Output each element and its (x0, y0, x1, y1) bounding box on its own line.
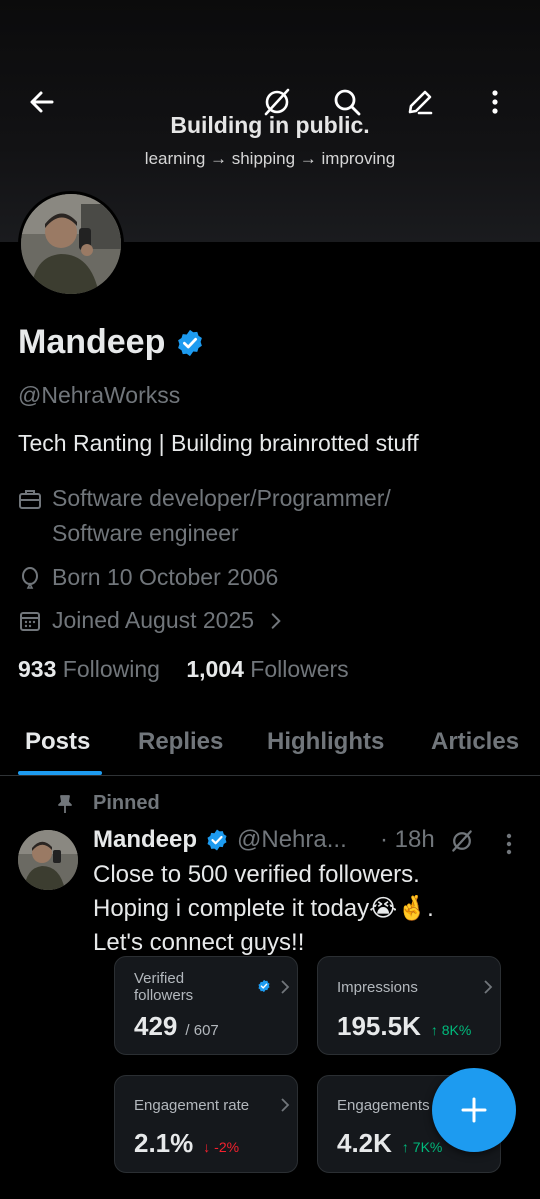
back-button[interactable] (15, 75, 69, 129)
impressions-card[interactable]: Impressions 195.5K ↑ 8K% (317, 956, 501, 1055)
tab-posts[interactable]: Posts (25, 728, 90, 756)
birthday-text: Born 10 October 2006 (52, 564, 279, 590)
pin-icon (58, 794, 72, 813)
back-arrow-icon (30, 91, 54, 113)
followers-label: Followers (250, 656, 349, 682)
post-timestamp[interactable]: · 18h (380, 826, 435, 854)
verified-followers-total: / 607 (185, 1022, 219, 1039)
post-line-2: Hoping i complete it today😭🤞. (93, 895, 434, 922)
grok-button[interactable] (250, 75, 304, 129)
profile-name-text: Mandeep (18, 323, 166, 361)
following-count: 933 (18, 656, 57, 682)
tab-replies[interactable]: Replies (138, 728, 223, 756)
chevron-right-icon (271, 613, 281, 629)
calendar-icon (20, 612, 40, 631)
post-body: Close to 500 verified followers. Hoping … (93, 858, 523, 960)
followers-link[interactable]: 1,004 Followers (186, 656, 348, 682)
profession-row: Software developer/Programmer/ Software … (18, 481, 391, 551)
profession-line-1: Software developer/Programmer/ (52, 485, 391, 511)
search-icon (334, 89, 361, 116)
tab-articles[interactable]: Articles (431, 728, 519, 756)
engagement-rate-card[interactable]: Engagement rate 2.1% ↓ -2% (114, 1075, 298, 1173)
engagements-value-row: 4.2K ↑ 7K% (337, 1128, 442, 1159)
verified-followers-value: 429 (134, 1011, 178, 1041)
post-line-1: Close to 500 verified followers. (93, 861, 420, 888)
tab-highlights[interactable]: Highlights (267, 728, 384, 756)
profile-handle: @NehraWorkss (18, 382, 181, 408)
engagements-value: 4.2K (337, 1128, 392, 1158)
engagement-rate-change: ↓ -2% (203, 1139, 240, 1155)
more-options-button[interactable] (468, 75, 522, 129)
pinned-label: Pinned (55, 792, 160, 815)
profile-name: Mandeep (18, 323, 205, 362)
verified-followers-label: Verified followers (134, 970, 194, 1004)
edit-profile-button[interactable] (393, 75, 447, 129)
impressions-change: ↑ 8K% (430, 1022, 472, 1038)
post-author-handle[interactable]: @Nehra... (237, 826, 347, 854)
grok-icon (264, 88, 290, 116)
engagement-rate-label: Engagement rate (134, 1097, 250, 1114)
post-more-icon[interactable] (498, 830, 520, 858)
joined-text: Joined August 2025 (52, 607, 255, 633)
engagement-rate-value-row: 2.1% ↓ -2% (134, 1128, 239, 1159)
post-avatar[interactable] (18, 830, 78, 890)
profile-bio: Tech Ranting | Building brainrotted stuf… (18, 430, 419, 456)
post-header: Mandeep @Nehra... (93, 826, 347, 854)
plus-icon (461, 1097, 487, 1123)
impressions-value-row: 195.5K ↑ 8K% (337, 1011, 471, 1042)
edit-icon (408, 90, 433, 115)
birthday-row: Born 10 October 2006 (18, 560, 278, 595)
verified-badge-icon[interactable] (175, 328, 205, 358)
briefcase-icon (19, 490, 41, 509)
follow-stats: 933 Following 1,004 Followers (18, 656, 349, 683)
chevron-right-icon (484, 980, 493, 994)
more-vertical-icon (492, 90, 498, 114)
chevron-right-icon (281, 980, 290, 994)
verified-followers-value-row: 429 / 607 (134, 1011, 219, 1042)
followers-count: 1,004 (186, 656, 244, 682)
following-link[interactable]: 933 Following (18, 656, 160, 682)
pinned-text: Pinned (93, 792, 160, 814)
engagements-label: Engagements (337, 1097, 430, 1114)
balloon-icon (22, 567, 38, 589)
engagements-change: ↑ 7K% (401, 1139, 443, 1155)
post-line-3: Let's connect guys!! (93, 929, 305, 956)
grok-icon[interactable] (449, 828, 475, 854)
chevron-right-icon (281, 1098, 290, 1112)
active-tab-indicator (18, 771, 102, 775)
following-label: Following (62, 656, 160, 682)
post-author-name[interactable]: Mandeep (93, 826, 197, 854)
impressions-value: 195.5K (337, 1011, 421, 1041)
profile-avatar[interactable] (18, 191, 124, 297)
impressions-label: Impressions (337, 979, 418, 996)
profession-line-2: Software engineer (52, 520, 239, 546)
search-button[interactable] (320, 75, 374, 129)
banner-subtitle: learning → shipping → improving (144, 149, 396, 168)
joined-row[interactable]: Joined August 2025 (18, 603, 288, 638)
verified-followers-card[interactable]: Verified followers 429 / 607 (114, 956, 298, 1055)
profile-tabs: Posts Replies Highlights Articles (0, 712, 540, 776)
compose-post-button[interactable] (432, 1068, 516, 1152)
verified-badge-icon (207, 829, 227, 851)
engagement-rate-value: 2.1% (134, 1128, 194, 1158)
verified-badge-icon (258, 979, 270, 993)
